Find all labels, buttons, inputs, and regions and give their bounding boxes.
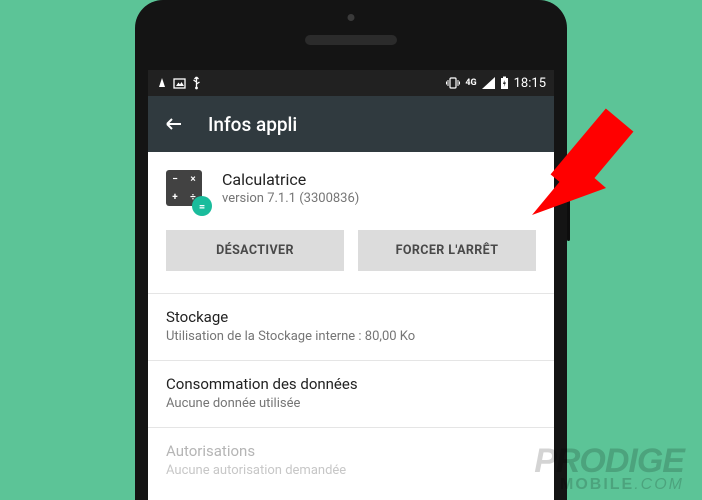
status-bar: 4G 18:15 [148,70,554,96]
app-bar-title: Infos appli [208,113,297,136]
storage-section[interactable]: Stockage Utilisation de la Stockage inte… [148,293,554,360]
back-arrow-icon[interactable] [164,114,184,134]
storage-sub: Utilisation de la Stockage interne : 80,… [166,329,536,344]
content: −×+÷ = Calculatrice version 7.1.1 (33008… [148,152,554,494]
permissions-title: Autorisations [166,442,536,460]
vlc-icon [156,77,168,89]
phone-frame: 4G 18:15 Infos appli −×+÷ [135,0,567,500]
screen: 4G 18:15 Infos appli −×+÷ [148,70,554,500]
power-button [567,163,570,241]
usb-icon [191,76,202,90]
app-info: Calculatrice version 7.1.1 (3300836) [222,170,359,206]
data-title: Consommation des données [166,375,536,393]
app-icon: −×+÷ = [166,170,208,212]
status-left [156,76,202,90]
force-stop-button[interactable]: FORCER L'ARRÊT [358,230,536,271]
watermark-line1: PRODIGE [534,445,684,477]
camera-dot [348,14,355,21]
clock-label: 18:15 [514,76,546,91]
data-usage-section[interactable]: Consommation des données Aucune donnée u… [148,360,554,427]
equals-badge-icon: = [192,196,212,216]
button-row: DÉSACTIVER FORCER L'ARRÊT [148,222,554,293]
battery-icon [500,76,509,90]
network-label: 4G [465,78,476,88]
permissions-sub: Aucune autorisation demandée [166,463,536,478]
app-header: −×+÷ = Calculatrice version 7.1.1 (33008… [148,152,554,222]
app-bar: Infos appli [148,96,554,152]
vibrate-icon [446,77,460,89]
watermark: PRODIGE MOBILE.COM [534,445,684,492]
status-right: 4G 18:15 [446,76,546,91]
data-sub: Aucune donnée utilisée [166,396,536,411]
storage-title: Stockage [166,308,536,326]
app-name: Calculatrice [222,170,359,189]
permissions-section[interactable]: Autorisations Aucune autorisation demand… [148,427,554,494]
signal-icon [482,77,495,89]
image-icon [173,77,186,90]
speaker-grille [305,35,397,45]
app-version: version 7.1.1 (3300836) [222,191,359,206]
disable-button[interactable]: DÉSACTIVER [166,230,344,271]
